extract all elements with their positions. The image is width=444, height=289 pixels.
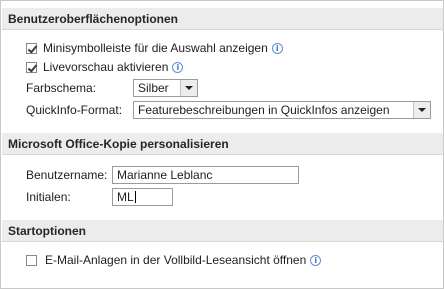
fullscreen-reading-label[interactable]: E-Mail-Anlagen in der Vollbild-Leseansic… xyxy=(45,253,306,267)
mini-toolbar-checkbox[interactable] xyxy=(26,42,37,54)
screentip-select[interactable]: Featurebeschreibungen in QuickInfos anze… xyxy=(133,101,431,119)
section-header-ui-options: Benutzeroberflächenoptionen xyxy=(2,8,443,30)
color-scheme-value: Silber xyxy=(138,81,169,95)
initials-value: ML xyxy=(117,190,134,204)
username-label: Benutzername: xyxy=(26,168,108,182)
color-scheme-label: Farbschema: xyxy=(26,81,97,95)
section-header-personalize: Microsoft Office-Kopie personalisieren xyxy=(2,133,443,155)
live-preview-label[interactable]: Livevorschau aktivieren xyxy=(43,60,168,74)
info-icon[interactable]: i xyxy=(271,42,283,54)
live-preview-checkbox[interactable] xyxy=(26,61,37,73)
color-scheme-select[interactable]: Silber xyxy=(133,79,198,97)
section-header-start-options: Startoptionen xyxy=(2,220,443,242)
screentip-label: QuickInfo-Format: xyxy=(26,103,123,117)
text-caret xyxy=(134,191,136,203)
info-icon[interactable]: i xyxy=(310,254,322,266)
live-preview-option[interactable]: Livevorschau aktivieren i xyxy=(26,58,184,76)
fullscreen-reading-checkbox[interactable] xyxy=(26,254,37,266)
info-icon[interactable]: i xyxy=(172,61,184,73)
mini-toolbar-option[interactable]: Minisymbolleiste für die Auswahl anzeige… xyxy=(26,39,283,57)
mini-toolbar-label[interactable]: Minisymbolleiste für die Auswahl anzeige… xyxy=(43,41,268,55)
screentip-value: Featurebeschreibungen in QuickInfos anze… xyxy=(138,103,390,117)
chevron-down-icon[interactable] xyxy=(180,80,197,96)
initials-label: Initialen: xyxy=(26,190,71,204)
username-input[interactable]: Marianne Leblanc xyxy=(112,166,299,184)
initials-input[interactable]: ML xyxy=(112,188,173,206)
fullscreen-reading-option[interactable]: E-Mail-Anlagen in der Vollbild-Leseansic… xyxy=(26,251,322,269)
options-panel: Benutzeroberflächenoptionen Minisymbolle… xyxy=(0,0,444,289)
chevron-down-icon[interactable] xyxy=(413,102,430,118)
